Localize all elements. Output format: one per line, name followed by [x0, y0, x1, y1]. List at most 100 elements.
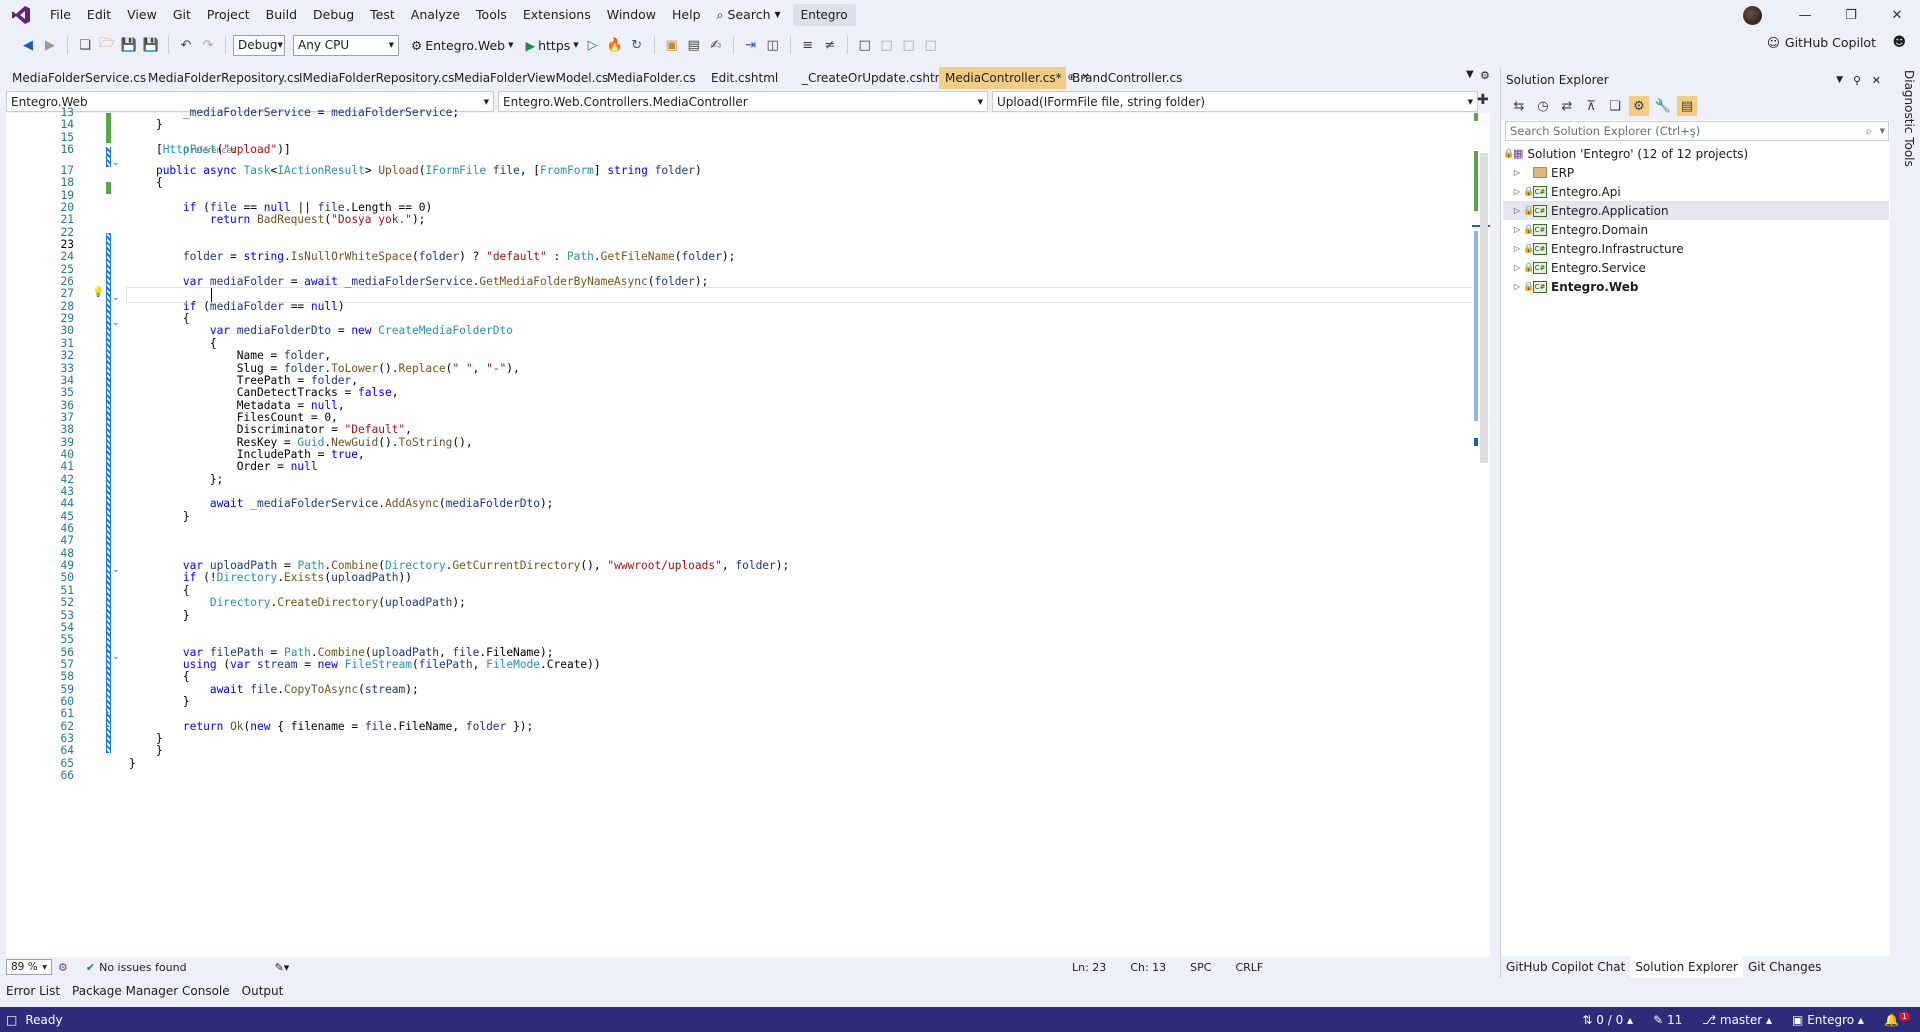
copilot-status-icon[interactable]: ⚙: [58, 961, 68, 974]
platform-select[interactable]: Any CPU ▼: [293, 34, 399, 56]
expand-icon[interactable]: ▷: [1511, 263, 1523, 272]
tool-tab-output[interactable]: Output: [236, 984, 290, 998]
doc-tab[interactable]: MediaFolderRepository.cs: [142, 67, 300, 89]
menu-extensions[interactable]: Extensions: [515, 4, 599, 26]
menu-window[interactable]: Window: [599, 4, 664, 26]
pin-icon[interactable]: ⚲: [1853, 74, 1861, 87]
code-editor[interactable]: 13 14 15 16 17 18 19 20 21 22 23 24 25 26 27 28 29 30 31 32…: [6, 106, 1490, 957]
expand-icon[interactable]: ▷: [1511, 206, 1523, 215]
startup-project-select[interactable]: ⚙ Entegro.Web ▼: [409, 38, 515, 53]
menu-analyze[interactable]: Analyze: [403, 4, 468, 26]
forward-icon[interactable]: ▶: [40, 35, 60, 55]
menu-view[interactable]: View: [119, 4, 165, 26]
menu-project[interactable]: Project: [199, 4, 258, 26]
doc-tab[interactable]: MediaController.cs* ⊕ ✕: [939, 67, 1090, 89]
undo-icon[interactable]: ↶: [176, 35, 196, 55]
type-dropdown[interactable]: Entegro.Web.Controllers.MediaController ▼: [498, 91, 988, 112]
redo-icon[interactable]: ↷: [198, 35, 218, 55]
doc-tab[interactable]: BrandController.cs: [1066, 67, 1191, 89]
indent-icon[interactable]: ≡: [798, 35, 818, 55]
code-line[interactable]: using (var stream = new FileStream(fileP…: [129, 657, 601, 672]
panel-tab-solution-explorer[interactable]: Solution Explorer: [1630, 956, 1743, 978]
solution-search-input[interactable]: Search Solution Explorer (Ctrl+ş) ⌕ ▼: [1505, 121, 1889, 141]
code-line[interactable]: };: [129, 472, 223, 487]
back-icon[interactable]: ◀: [18, 35, 38, 55]
branch-selector[interactable]: ⎇ master ▴: [1702, 1013, 1772, 1027]
menu-tools[interactable]: Tools: [468, 4, 515, 26]
configuration-select[interactable]: Debug ▼: [233, 34, 285, 56]
issues-label[interactable]: No issues found: [99, 961, 186, 974]
menu-git[interactable]: Git: [165, 4, 199, 26]
tree-item-entegro-web[interactable]: ▷ 🔒 C# Entegro.Web: [1503, 277, 1889, 296]
new-project-icon[interactable]: ❏: [75, 35, 95, 55]
doc-tab[interactable]: Edit.cshtml: [705, 67, 796, 89]
browser-link-icon[interactable]: ▣: [662, 35, 682, 55]
menu-test[interactable]: Test: [362, 4, 403, 26]
whitespace-indicator[interactable]: SPC: [1190, 961, 1211, 974]
doc-tab[interactable]: MediaFolderService.cs: [6, 67, 146, 89]
member-dropdown[interactable]: Upload(IFormFile file, string folder) ▼: [992, 91, 1478, 112]
step-icon[interactable]: ⇥: [741, 35, 761, 55]
doc-tab[interactable]: IMediaFolderRepository.cs: [293, 67, 454, 89]
pending-changes-status[interactable]: ✎ 11: [1653, 1013, 1682, 1027]
properties-icon[interactable]: 🔧: [1653, 96, 1673, 116]
code-line[interactable]: folder = string.IsNullOrWhiteSpace(folde…: [129, 249, 735, 264]
tree-item-entegro-service[interactable]: ▷ 🔒 C# Entegro.Service: [1503, 258, 1889, 277]
close-icon[interactable]: ✕: [1874, 8, 1920, 23]
start-debugging-button[interactable]: ▶ https ▼: [523, 38, 580, 53]
code-line[interactable]: await _mediaFolderService.AddAsync(media…: [129, 496, 554, 511]
code-line[interactable]: public async Task<IActionResult> Upload(…: [129, 163, 702, 178]
expand-icon[interactable]: ▷: [1511, 282, 1523, 291]
notifications-icon[interactable]: 🔔 1: [1884, 1012, 1910, 1027]
panel-tab-github-copilot-chat[interactable]: GitHub Copilot Chat: [1501, 956, 1630, 978]
tab-overflow-icon[interactable]: ▼: [1466, 69, 1474, 80]
tree-item-entegro-application[interactable]: ▷ 🔒 C# Entegro.Application: [1503, 201, 1889, 220]
code-line[interactable]: }: [129, 608, 190, 623]
repository-selector[interactable]: ▣ Entegro ▴: [1792, 1013, 1864, 1027]
minimize-icon[interactable]: —: [1782, 8, 1828, 23]
next-bookmark-icon[interactable]: □: [899, 35, 919, 55]
code-line[interactable]: }: [129, 509, 190, 524]
collapse-icon[interactable]: ⌄: [112, 293, 120, 303]
lightbulb-icon[interactable]: 💡: [92, 287, 104, 298]
open-folder-icon[interactable]: 🗁: [97, 35, 117, 55]
vertical-scrollbar[interactable]: [1472, 113, 1490, 957]
visual-studio-logo-icon[interactable]: [0, 0, 42, 30]
collapse-icon[interactable]: ⌄: [112, 318, 120, 328]
zoom-select[interactable]: 89 % ▼: [6, 959, 52, 975]
history-icon[interactable]: ◷: [1533, 96, 1553, 116]
clear-bookmarks-icon[interactable]: □: [921, 35, 941, 55]
avatar[interactable]: [1743, 6, 1762, 25]
diff-icon[interactable]: ◫: [763, 35, 783, 55]
code-line[interactable]: _mediaFolderService = mediaFolderService…: [129, 105, 459, 120]
expand-icon[interactable]: ▷: [1511, 187, 1523, 196]
line-indicator[interactable]: Ln: 23: [1072, 961, 1106, 974]
code-line[interactable]: }: [129, 117, 163, 132]
start-without-debugging-icon[interactable]: ▷: [583, 35, 603, 55]
github-copilot-button[interactable]: ☺ GitHub Copilot: [1767, 35, 1876, 50]
menu-debug[interactable]: Debug: [305, 4, 362, 26]
split-editor-icon[interactable]: ✚: [1477, 92, 1489, 108]
chevron-down-icon[interactable]: ▼: [1880, 127, 1885, 135]
code-line[interactable]: }: [129, 756, 136, 771]
doc-tab[interactable]: MediaFolder.cs: [601, 67, 705, 89]
code-line[interactable]: [HttpPost("upload")]: [129, 142, 291, 157]
preview-icon[interactable]: ▤: [1677, 96, 1697, 116]
expand-icon[interactable]: ▷: [1511, 225, 1523, 234]
code-line[interactable]: {: [129, 175, 163, 190]
menu-build[interactable]: Build: [258, 4, 305, 26]
tool-tab-package-manager-console[interactable]: Package Manager Console: [66, 984, 236, 998]
search-button[interactable]: ⌕ Search ▼: [709, 4, 789, 26]
pending-changes-icon[interactable]: ⇄: [1557, 96, 1577, 116]
spell-check-icon[interactable]: ✍: [706, 35, 726, 55]
collapse-icon[interactable]: ⌄: [112, 652, 120, 662]
sync-icon[interactable]: ⇆: [1509, 96, 1529, 116]
tree-item-entegro-api[interactable]: ▷ 🔒 C# Entegro.Api: [1503, 182, 1889, 201]
close-panel-icon[interactable]: ✕: [1872, 74, 1881, 87]
bookmark-icon[interactable]: □: [855, 35, 875, 55]
feedback-icon[interactable]: ☻: [1892, 35, 1906, 50]
save-all-icon[interactable]: 💾: [141, 35, 161, 55]
scrollbar-thumb[interactable]: [1480, 153, 1488, 463]
expand-icon[interactable]: ▷: [1511, 244, 1523, 253]
collapse-all-icon[interactable]: ⊼: [1581, 96, 1601, 116]
